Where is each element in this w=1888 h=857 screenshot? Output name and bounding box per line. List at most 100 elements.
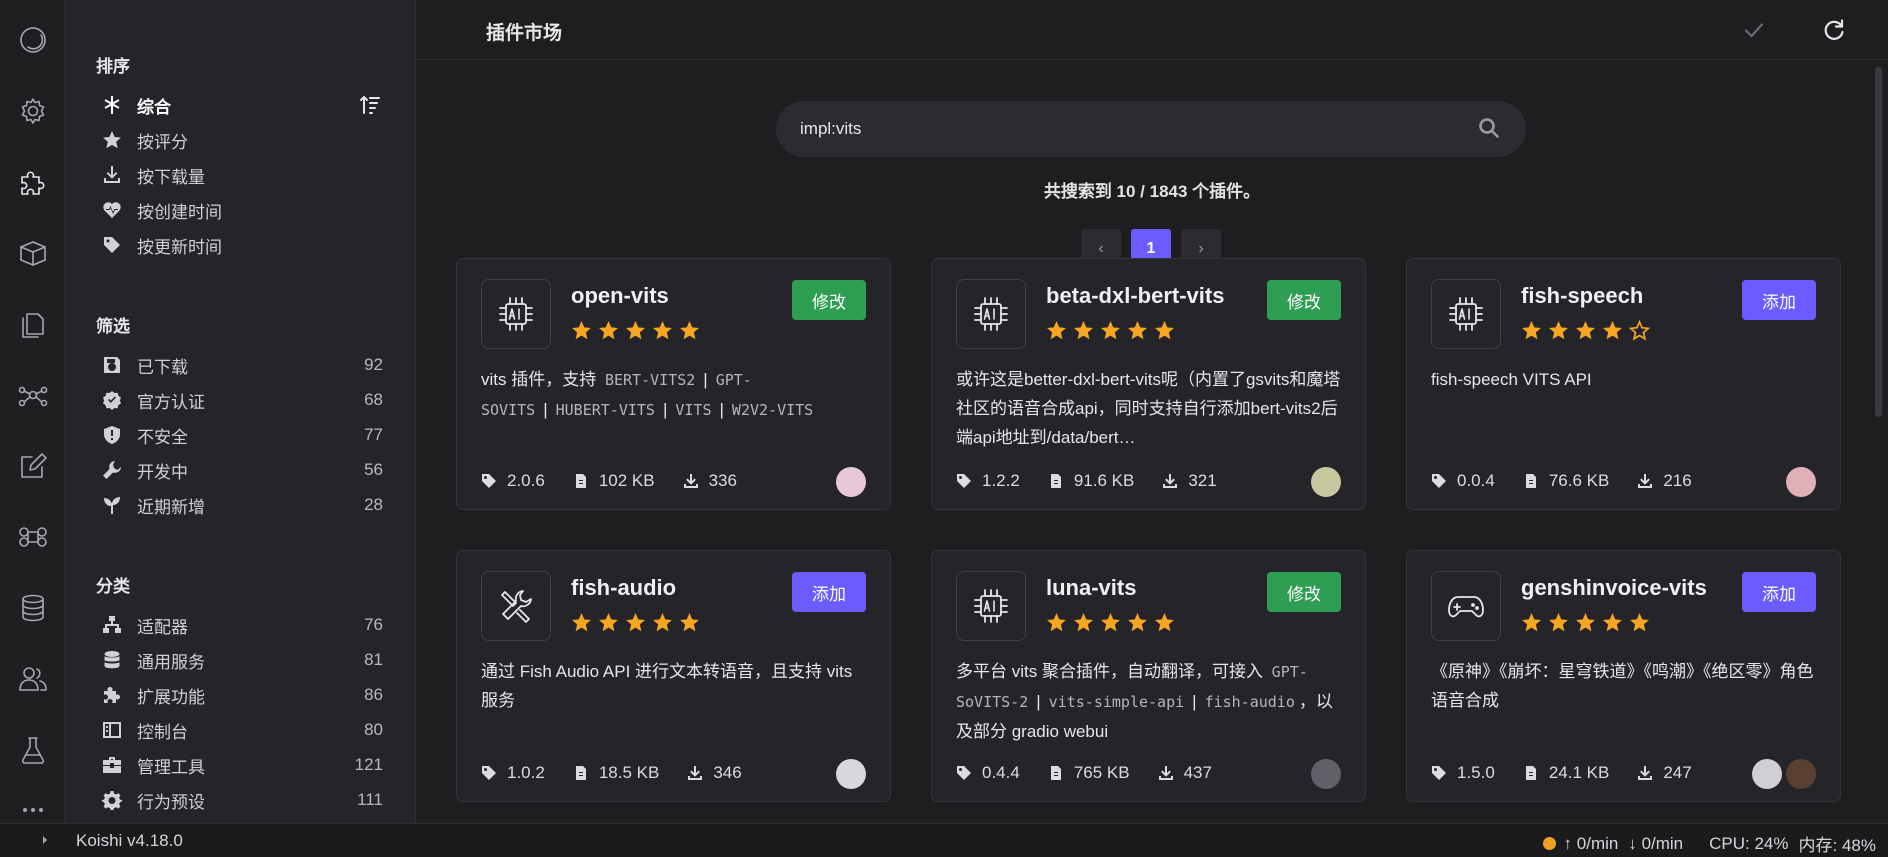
sort-item-downloads[interactable]: 按下载量 [101, 160, 383, 190]
plugin-name[interactable]: fish-speech [1521, 283, 1643, 309]
package-icon[interactable] [0, 231, 65, 275]
category-item-label: 行为预设 [137, 792, 205, 812]
filter-item-recent[interactable]: 近期新增 28 [101, 490, 383, 520]
plugin-meta: 0.4.4 765 KB 437 [956, 763, 1240, 783]
tag-icon [957, 474, 971, 488]
sort-item-label: 按创建时间 [137, 202, 222, 222]
category-item-tools[interactable]: 管理工具 121 [101, 750, 383, 780]
avatar[interactable] [836, 759, 866, 789]
check-icon[interactable] [1738, 14, 1770, 46]
download-icon [1158, 766, 1173, 780]
filter-item-developing[interactable]: 开发中 56 [101, 455, 383, 485]
users-icon[interactable] [0, 657, 65, 701]
sort-item-created[interactable]: 按创建时间 [101, 195, 383, 225]
sort-item-updated[interactable]: 按更新时间 [101, 230, 383, 260]
add-plugin-button[interactable]: 添加 [1742, 280, 1816, 320]
plugin-name[interactable]: genshinvoice-vits [1521, 575, 1707, 601]
category-item-count: 76 [364, 615, 383, 634]
expand-icon[interactable] [38, 833, 52, 847]
filter-item-downloaded[interactable]: 已下载 92 [101, 350, 383, 380]
avatar[interactable] [1786, 759, 1816, 789]
more-icon[interactable] [0, 795, 65, 825]
plugin-size: 102 KB [598, 471, 655, 490]
avatar[interactable] [836, 467, 866, 497]
filter-item-verified[interactable]: 官方认证 68 [101, 385, 383, 415]
filter-item-insecure[interactable]: 不安全 77 [101, 420, 383, 450]
category-item-label: 扩展功能 [137, 687, 205, 707]
sort-order-icon[interactable] [357, 92, 383, 118]
status-bar: Koishi v4.18.0 ↑ 0/min ↓ 0/min CPU: 24% … [0, 823, 1888, 857]
sort-item-label: 按更新时间 [137, 237, 222, 257]
modify-plugin-button[interactable]: 修改 [792, 280, 866, 320]
category-item-presets[interactable]: 行为预设 111 [101, 785, 383, 815]
desc-part: 多平台 vits 聚合插件，自动翻译，可接入 [956, 662, 1268, 681]
category-item-adapter[interactable]: 适配器 76 [101, 610, 383, 640]
add-plugin-button[interactable]: 添加 [792, 572, 866, 612]
modify-plugin-button[interactable]: 修改 [1267, 280, 1341, 320]
avatar[interactable] [1311, 759, 1341, 789]
modify-plugin-button[interactable]: 修改 [1267, 572, 1341, 612]
sort-item-overall[interactable]: 综合 [101, 90, 383, 120]
command-icon[interactable] [0, 515, 65, 559]
plugin-name[interactable]: fish-audio [571, 575, 676, 601]
desc-part: | [719, 400, 724, 419]
plugin-version: 0.4.4 [982, 763, 1020, 782]
ai-chip-icon [481, 279, 551, 349]
refresh-icon[interactable] [1818, 14, 1850, 46]
result-summary: 共搜索到 10 / 1843 个插件。 [1043, 182, 1261, 201]
plugin-card[interactable]: fish-speech 添加 fish-speech VITS API 0.0.… [1406, 258, 1841, 510]
plugin-card[interactable]: genshinvoice-vits 添加 《原神》《崩坏：星穹铁道》《鸣潮》《绝… [1406, 550, 1841, 802]
edit-icon[interactable] [0, 444, 65, 488]
file-icon [1525, 766, 1536, 780]
author-avatars [1311, 759, 1341, 789]
category-item-extension[interactable]: 扩展功能 86 [101, 680, 383, 710]
plugin-card[interactable]: fish-audio 添加 通过 Fish Audio API 进行文本转语音，… [456, 550, 891, 802]
plugin-version: 1.5.0 [1457, 763, 1495, 782]
memory-usage: 内存: 48% [1798, 836, 1876, 855]
graph-icon[interactable] [0, 373, 65, 417]
plugin-description: 多平台 vits 聚合插件，自动翻译，可接入 GPT-SoVITS-2 | vits… [956, 657, 1346, 744]
plugin-market-icon[interactable] [0, 160, 65, 204]
plugin-version: 1.2.2 [982, 471, 1020, 490]
plugin-name[interactable]: beta-dxl-bert-vits [1046, 283, 1224, 309]
desc-part: | [662, 400, 668, 419]
plugin-version: 2.0.6 [507, 471, 545, 490]
settings-icon[interactable] [0, 89, 65, 133]
filter-item-label: 开发中 [137, 462, 188, 482]
files-icon[interactable] [0, 302, 65, 346]
avatar[interactable] [1311, 467, 1341, 497]
category-item-service[interactable]: 通用服务 81 [101, 645, 383, 675]
category-item-console[interactable]: 控制台 80 [101, 715, 383, 745]
desc-part: VITS [675, 401, 712, 419]
database-icon [101, 649, 123, 671]
filter-item-count: 68 [364, 390, 383, 409]
tag-icon [482, 766, 496, 780]
plugin-size: 765 KB [1073, 763, 1130, 782]
plugin-card[interactable]: beta-dxl-bert-vits 修改 或许这是better-dxl-ber… [931, 258, 1366, 510]
plugin-name[interactable]: open-vits [571, 283, 669, 309]
size-meta: 76.6 KB [1523, 471, 1609, 491]
database-icon[interactable] [0, 586, 65, 630]
version-meta: 1.2.2 [956, 471, 1020, 491]
star-filled-icon [653, 613, 672, 632]
plugin-description: 《原神》《崩坏：星穹铁道》《鸣潮》《绝区零》角色语音合成 [1431, 657, 1821, 715]
plugin-card[interactable]: open-vits 修改 vits 插件，支持 BERT-VITS2 | GPT-S… [456, 258, 891, 510]
plugin-card[interactable]: luna-vits 修改 多平台 vits 聚合插件，自动翻译，可接入 GPT-… [931, 550, 1366, 802]
sort-item-rating[interactable]: 按评分 [101, 125, 383, 155]
search-box[interactable]: impl:vits [776, 101, 1526, 157]
plugin-name[interactable]: luna-vits [1046, 575, 1136, 601]
plugin-version: 1.0.2 [507, 763, 545, 782]
add-plugin-button[interactable]: 添加 [1742, 572, 1816, 612]
tools-icon [481, 571, 551, 641]
star-filled-icon [1576, 321, 1595, 340]
flask-icon[interactable] [0, 728, 65, 772]
avatar[interactable] [1786, 467, 1816, 497]
search-input[interactable]: impl:vits [800, 119, 1478, 139]
size-meta: 102 KB [573, 471, 655, 491]
moon-icon[interactable] [0, 18, 65, 62]
file-icon [1050, 766, 1061, 780]
search-icon[interactable] [1478, 117, 1502, 141]
avatar[interactable] [1752, 759, 1782, 789]
author-avatars [1786, 467, 1816, 497]
scrollbar[interactable] [1875, 67, 1882, 417]
